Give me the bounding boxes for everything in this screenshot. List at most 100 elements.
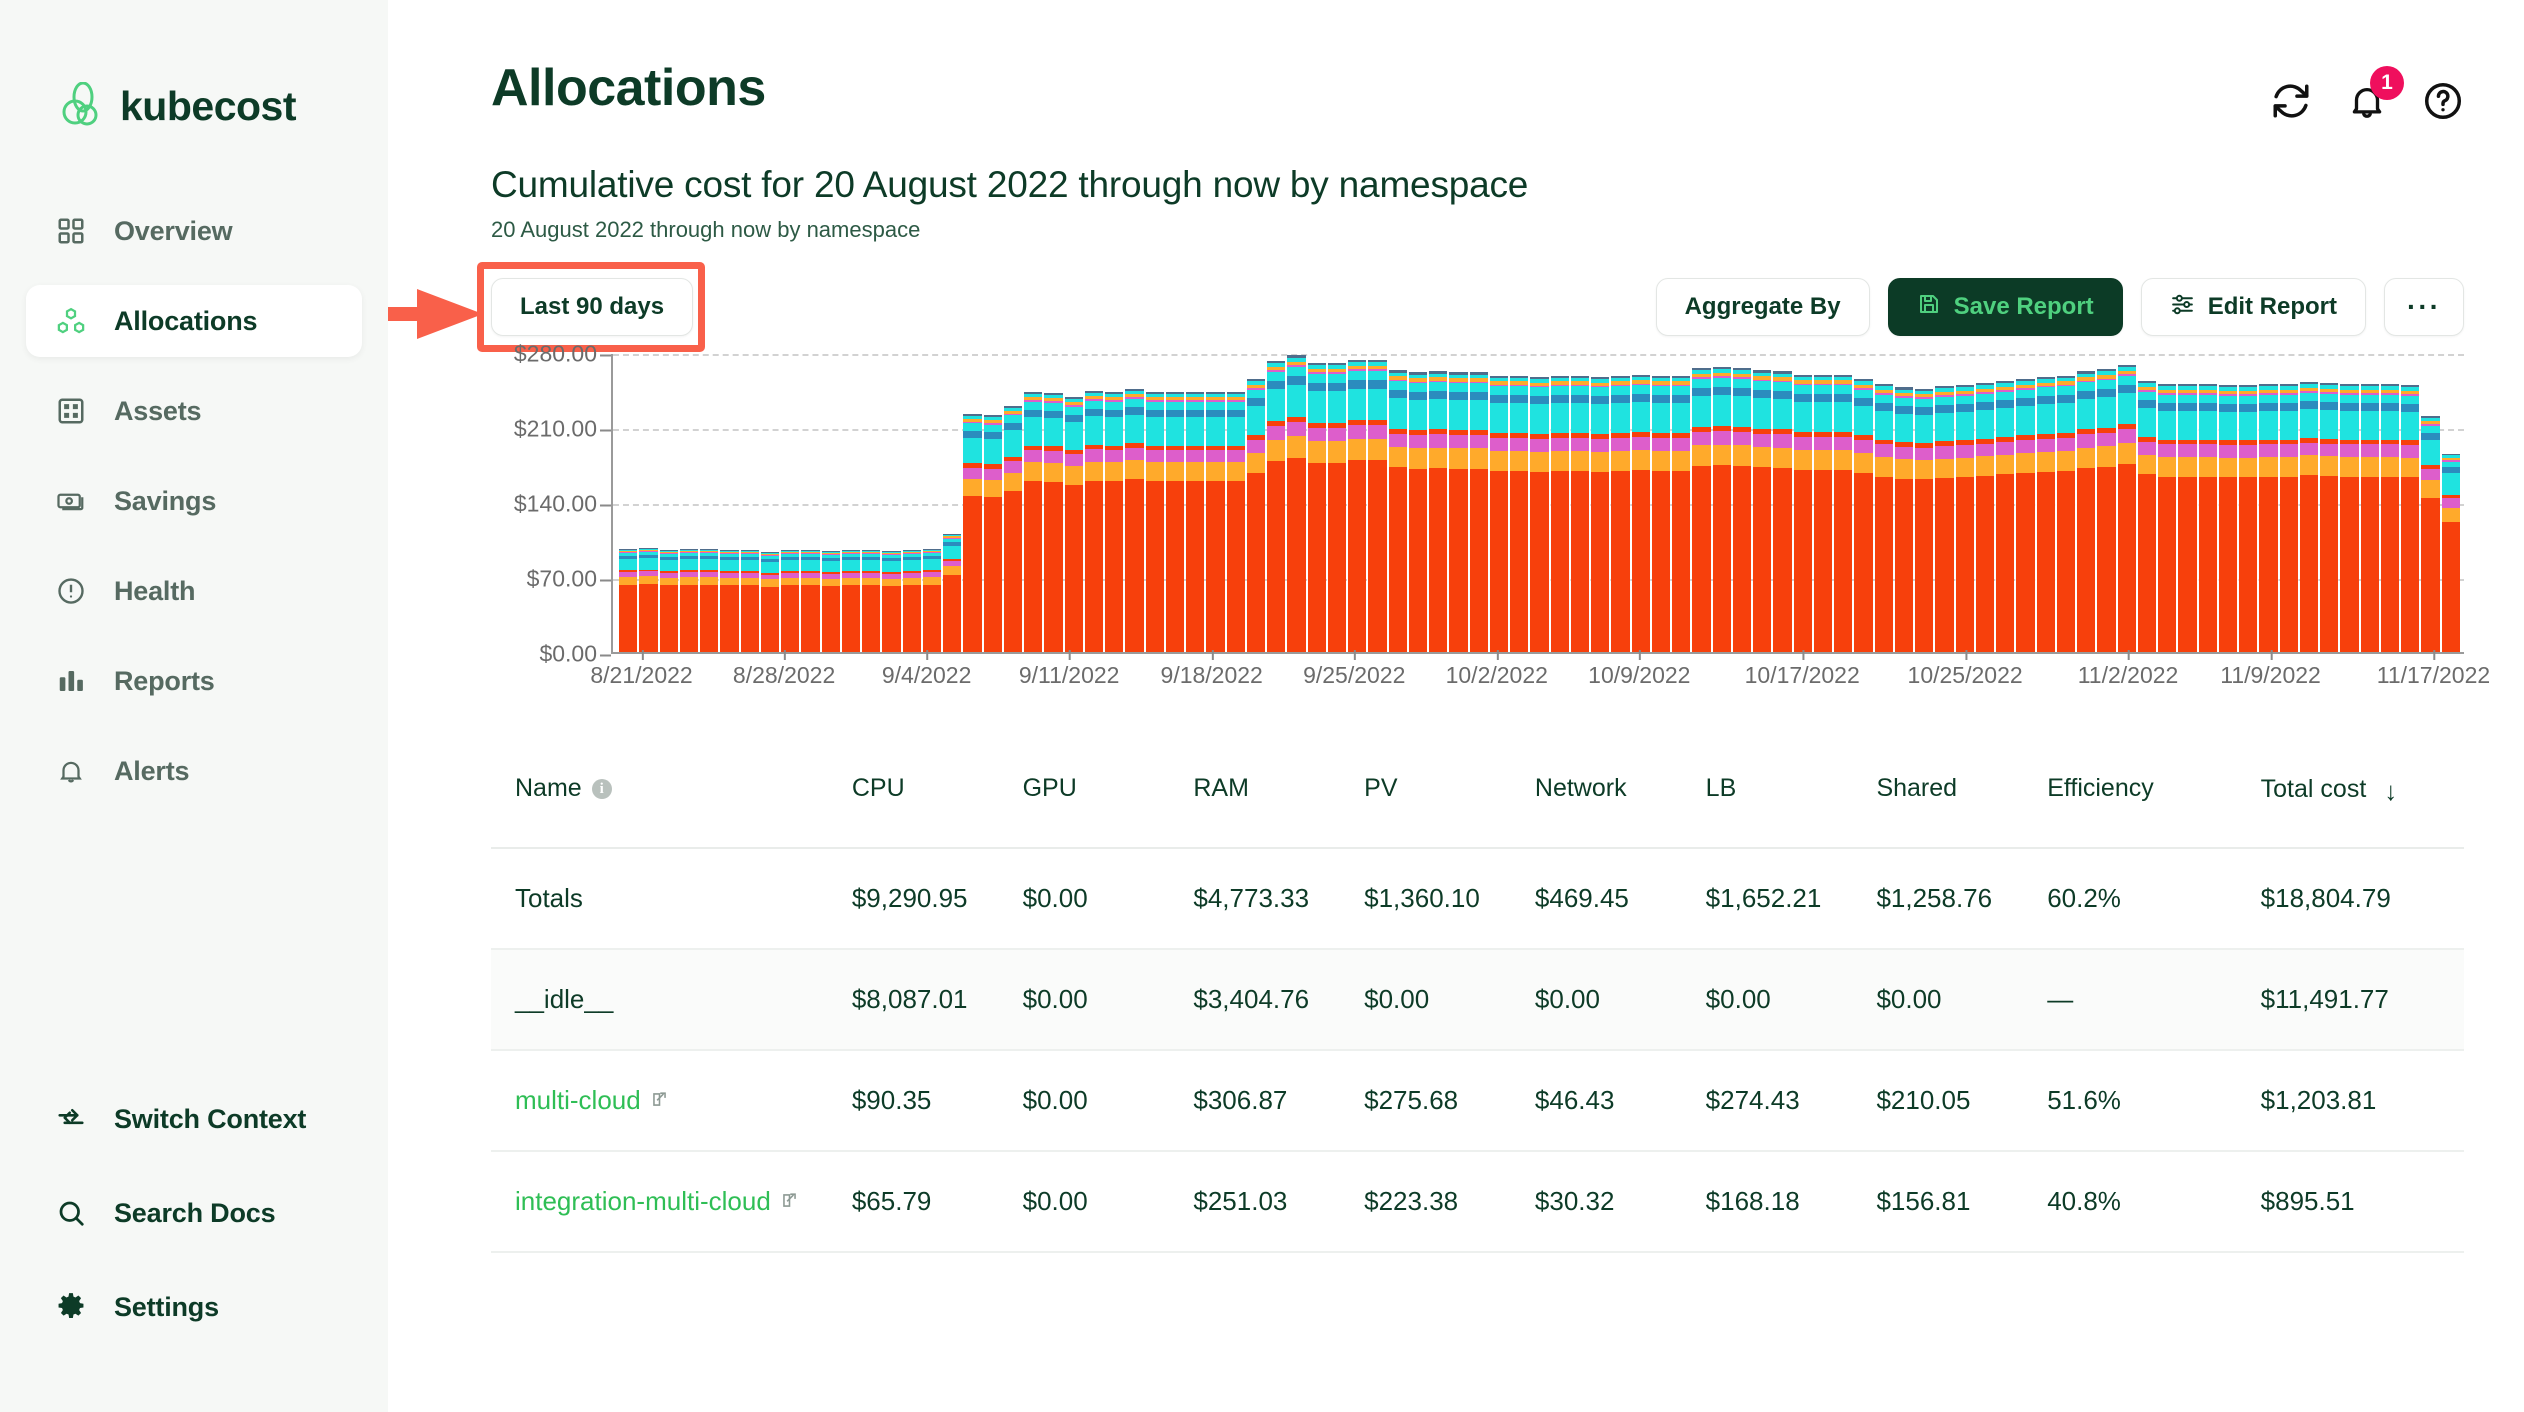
sidebar-item-allocations[interactable]: Allocations <box>26 285 362 357</box>
chart-bar[interactable] <box>1712 367 1731 652</box>
column-header-efficiency[interactable]: Efficiency <box>2047 748 2261 849</box>
column-header-cpu[interactable]: CPU <box>851 748 1023 849</box>
chart-bar[interactable] <box>1125 388 1144 652</box>
chart-bar[interactable] <box>1145 391 1164 652</box>
sidebar-item-alerts[interactable]: Alerts <box>26 735 362 807</box>
chart-bar[interactable] <box>2421 416 2440 652</box>
chart-bar[interactable] <box>1469 372 1488 652</box>
chart-bar[interactable] <box>2279 384 2298 652</box>
chart-bar[interactable] <box>2441 453 2460 652</box>
chart-bar[interactable] <box>1105 391 1124 652</box>
chart-bar[interactable] <box>639 547 658 652</box>
chart-bar[interactable] <box>679 548 698 652</box>
chart-bar[interactable] <box>1388 370 1407 652</box>
chart-bar[interactable] <box>1003 405 1022 652</box>
chart-bar[interactable] <box>1084 390 1103 652</box>
chart-bar[interactable] <box>1327 362 1346 652</box>
chart-bar[interactable] <box>2036 376 2055 652</box>
sidebar-item-search-docs[interactable]: Search Docs <box>26 1184 362 1242</box>
chart-bar[interactable] <box>1550 375 1569 652</box>
chart-bar[interactable] <box>720 549 739 652</box>
chart-bar[interactable] <box>963 414 982 652</box>
chart-bar[interactable] <box>700 548 719 652</box>
chart-bar[interactable] <box>1429 371 1448 652</box>
column-header-network[interactable]: Network <box>1534 748 1706 849</box>
table-row[interactable]: integration-multi-cloud $65.79 $0.00 $251.0… <box>491 1151 2464 1253</box>
column-header-gpu[interactable]: GPU <box>1022 748 1194 849</box>
chart-bar[interactable] <box>2340 384 2359 652</box>
chart-bar[interactable] <box>1854 378 1873 652</box>
chart-bar[interactable] <box>1368 359 1387 652</box>
chart-bar[interactable] <box>2178 384 2197 652</box>
chart-bar[interactable] <box>1186 391 1205 652</box>
chart-bar[interactable] <box>1165 391 1184 652</box>
table-row[interactable]: __idle__ $8,087.01 $0.00 $3,404.76 $0.00 $0.0… <box>491 949 2464 1051</box>
chart-bar[interactable] <box>1874 384 1893 652</box>
aggregate-by-button[interactable]: Aggregate By <box>1655 278 1870 336</box>
chart-bar[interactable] <box>1226 391 1245 652</box>
chart-bar[interactable] <box>1975 383 1994 652</box>
chart-bar[interactable] <box>1307 362 1326 652</box>
chart-bar[interactable] <box>1955 385 1974 652</box>
chart-bar[interactable] <box>2097 369 2116 652</box>
namespace-link[interactable]: multi-cloud <box>515 1085 641 1115</box>
chart-bar[interactable] <box>1793 374 1812 652</box>
sidebar-item-switch-context[interactable]: Switch Context <box>26 1090 362 1148</box>
info-icon[interactable]: i <box>591 779 612 799</box>
chart-bar[interactable] <box>619 548 638 652</box>
chart-bar[interactable] <box>1348 359 1367 652</box>
chart-plot-area[interactable] <box>611 354 2464 654</box>
chart-bar[interactable] <box>1813 374 1832 652</box>
chart-bar[interactable] <box>1631 374 1650 652</box>
sidebar-item-savings[interactable]: Savings <box>26 465 362 537</box>
chart-bar[interactable] <box>659 549 678 652</box>
chart-bar[interactable] <box>2077 371 2096 652</box>
date-range-button[interactable]: Last 90 days <box>491 278 694 336</box>
chart-bar[interactable] <box>1024 391 1043 652</box>
chart-bar[interactable] <box>1915 388 1934 652</box>
chart-bar[interactable] <box>2158 384 2177 652</box>
chart-bar[interactable] <box>1246 378 1265 652</box>
chart-bar[interactable] <box>841 549 860 652</box>
chart-bar[interactable] <box>1287 355 1306 652</box>
chart-bar[interactable] <box>1651 375 1670 652</box>
table-row[interactable]: Totals $9,290.95 $0.00 $4,773.33 $1,360.10 $4… <box>491 848 2464 950</box>
chart-bar[interactable] <box>862 549 881 652</box>
chart-bar[interactable] <box>2198 384 2217 652</box>
chart-bar[interactable] <box>1449 372 1468 652</box>
chart-bar[interactable] <box>902 549 921 652</box>
chart-bar[interactable] <box>2320 383 2339 652</box>
chart-bar[interactable] <box>1206 391 1225 652</box>
help-icon[interactable] <box>2422 80 2464 122</box>
sidebar-item-overview[interactable]: Overview <box>26 195 362 267</box>
column-header-total-cost[interactable]: Total cost ↓ <box>2260 748 2464 849</box>
namespace-link[interactable]: integration-multi-cloud <box>515 1186 771 1216</box>
chart-bar[interactable] <box>2401 385 2420 652</box>
chart-bar[interactable] <box>2137 381 2156 652</box>
chart-bar[interactable] <box>1753 370 1772 652</box>
chart-bar[interactable] <box>882 550 901 652</box>
save-report-button[interactable]: Save Report <box>1887 278 2123 336</box>
chart-bar[interactable] <box>2360 384 2379 652</box>
column-header-lb[interactable]: LB <box>1705 748 1877 849</box>
chart-bar[interactable] <box>2117 364 2136 652</box>
chart-bar[interactable] <box>1732 368 1751 652</box>
chart-bar[interactable] <box>1672 375 1691 652</box>
chart-bar[interactable] <box>1510 375 1529 652</box>
chart-bar[interactable] <box>983 415 1002 652</box>
chart-bar[interactable] <box>821 550 840 652</box>
external-link-icon[interactable] <box>780 1186 799 1207</box>
chart-bar[interactable] <box>1894 387 1913 652</box>
chart-bar[interactable] <box>1834 374 1853 652</box>
sort-descending-icon[interactable]: ↓ <box>2384 776 2397 807</box>
chart-bar[interactable] <box>2239 385 2258 652</box>
column-header-ram[interactable]: RAM <box>1193 748 1365 849</box>
chart-bar[interactable] <box>1570 375 1589 652</box>
more-options-button[interactable]: ··· <box>2384 278 2464 336</box>
bell-icon[interactable]: 1 <box>2346 66 2404 122</box>
chart-bar[interactable] <box>1692 368 1711 652</box>
chart-bar[interactable] <box>1773 371 1792 652</box>
edit-report-button[interactable]: Edit Report <box>2140 278 2367 336</box>
chart-bar[interactable] <box>2380 384 2399 652</box>
table-row[interactable]: multi-cloud $90.35 $0.00 $306.87 $275.68 $46.… <box>491 1050 2464 1152</box>
